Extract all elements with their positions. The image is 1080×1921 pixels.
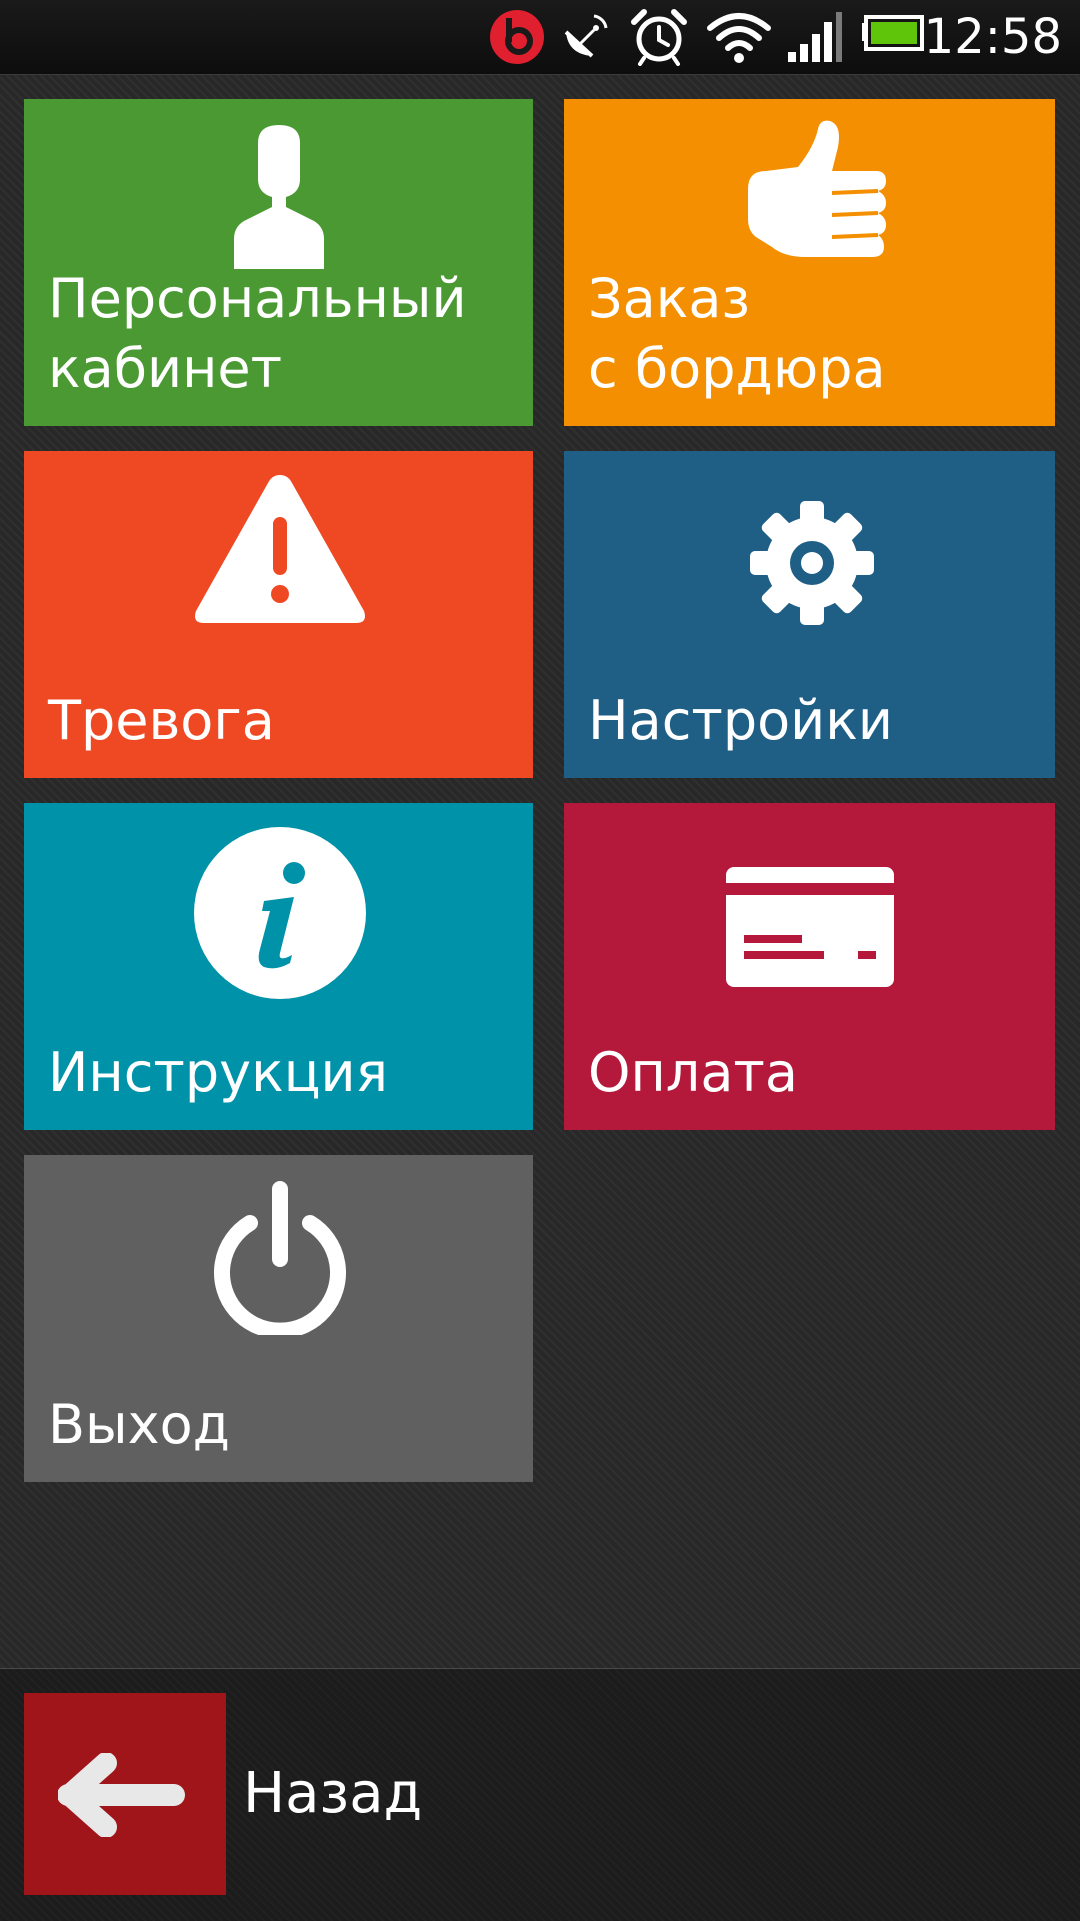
warning-triangle-icon [195, 475, 365, 623]
tile-label: Персональный кабинет [48, 267, 467, 400]
user-silhouette-icon [234, 125, 324, 269]
tile-alarm[interactable]: Тревога [24, 451, 533, 778]
tile-label: Оплата [588, 1041, 798, 1104]
tile-label: Выход [48, 1393, 231, 1456]
status-bar: 12:58 [0, 0, 1080, 75]
tile-exit[interactable]: Выход [24, 1155, 533, 1482]
battery-icon [862, 15, 924, 51]
power-icon [214, 1181, 346, 1335]
satellite-dish-icon [564, 14, 608, 58]
tile-personal-cabinet[interactable]: Персональный кабинет [24, 99, 533, 426]
back-label[interactable]: Назад [243, 1757, 422, 1831]
tile-settings[interactable]: Настройки [564, 451, 1055, 778]
credit-card-icon [726, 867, 894, 987]
arrow-left-icon [58, 1753, 185, 1837]
beats-audio-icon [490, 10, 544, 64]
bottom-bar: Назад [0, 1668, 1080, 1921]
signal-bars-icon [788, 12, 842, 62]
tile-label: Тревога [48, 689, 275, 752]
tile-payment[interactable]: Оплата [564, 803, 1055, 1130]
tile-label: Настройки [588, 689, 893, 752]
alarm-clock-icon [631, 9, 687, 66]
wifi-icon [707, 13, 771, 63]
tile-label: Инструкция [48, 1041, 389, 1104]
thumbs-up-icon [748, 120, 886, 258]
clock-time: 12:58 [923, 9, 1062, 65]
gear-icon [750, 501, 874, 625]
back-button[interactable] [24, 1693, 226, 1895]
tile-order[interactable]: Заказ с бордюра [564, 99, 1055, 426]
tile-instructions[interactable]: Инструкция [24, 803, 533, 1130]
info-icon [194, 827, 366, 999]
tile-label: Заказ с бордюра [588, 267, 886, 400]
